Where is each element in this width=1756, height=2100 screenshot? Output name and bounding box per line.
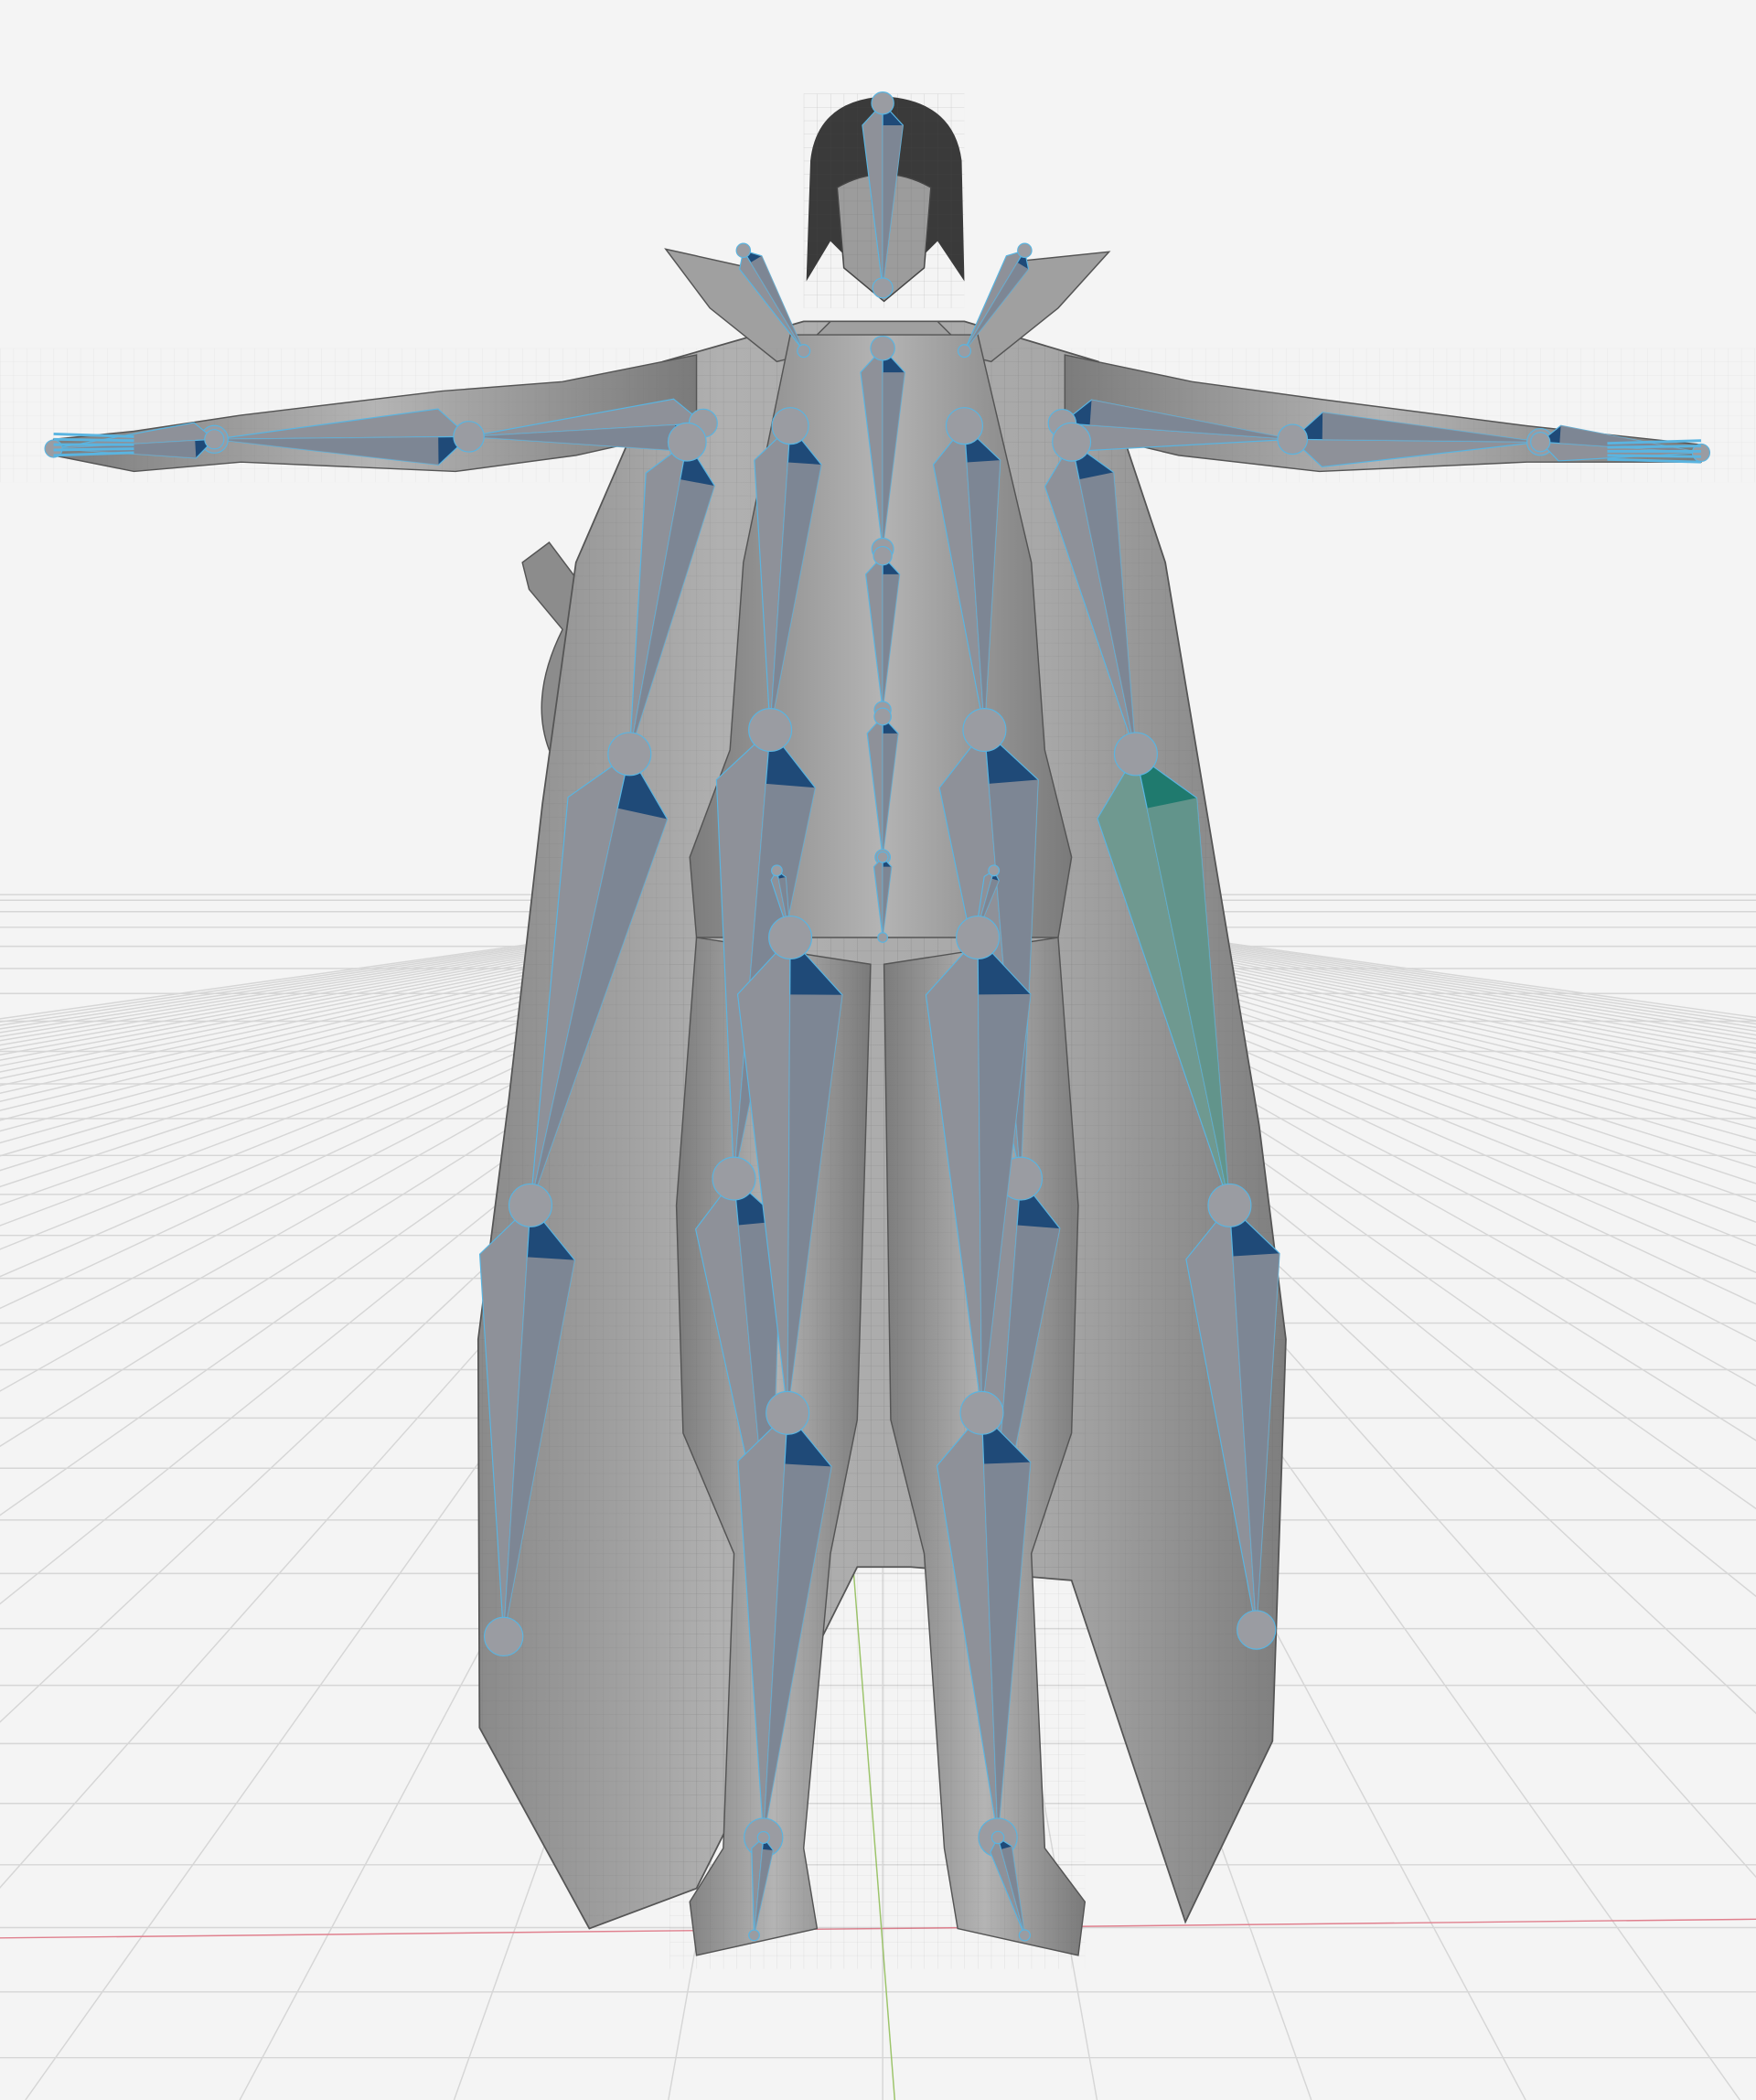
bone-joint[interactable]: [797, 344, 811, 359]
bone-joint[interactable]: [712, 1156, 756, 1201]
finger-bone[interactable]: [1607, 445, 1701, 449]
bone-joint[interactable]: [872, 277, 894, 299]
bone-joint[interactable]: [1277, 423, 1309, 455]
finger-bone[interactable]: [1607, 454, 1701, 458]
bone-joint[interactable]: [1207, 1183, 1252, 1227]
bone-joint[interactable]: [962, 708, 1007, 753]
bone-joint[interactable]: [876, 851, 889, 863]
bone-joint[interactable]: [735, 242, 752, 259]
bone-joint[interactable]: [768, 915, 813, 960]
bone-joint[interactable]: [483, 1616, 524, 1657]
bone-joint[interactable]: [957, 344, 971, 359]
bone-joint[interactable]: [956, 915, 1001, 960]
bone-joint[interactable]: [871, 91, 894, 115]
bone-joint[interactable]: [1052, 422, 1092, 462]
bone-joint[interactable]: [1237, 1610, 1277, 1650]
bone-joint[interactable]: [453, 421, 485, 453]
bone-joint[interactable]: [770, 864, 783, 877]
bone-joint[interactable]: [748, 1929, 760, 1942]
bone-joint[interactable]: [1530, 432, 1551, 453]
bone-joint[interactable]: [870, 335, 895, 361]
bone-joint[interactable]: [873, 707, 892, 726]
bone-joint[interactable]: [607, 732, 652, 777]
bone-joint[interactable]: [771, 407, 809, 445]
bone-joint[interactable]: [1017, 242, 1033, 259]
bone-joint[interactable]: [748, 708, 793, 753]
bone-joint[interactable]: [945, 407, 984, 445]
bone-joint[interactable]: [1113, 732, 1158, 777]
bone-joint[interactable]: [204, 429, 225, 450]
bone-joint[interactable]: [877, 932, 888, 943]
bone-joint[interactable]: [990, 1830, 1005, 1845]
bone-joint[interactable]: [988, 864, 1001, 877]
bone-joint[interactable]: [508, 1183, 552, 1227]
finger-bone[interactable]: [53, 447, 134, 452]
bone-joint[interactable]: [873, 545, 893, 566]
bone-joint[interactable]: [1018, 1929, 1031, 1942]
finger-bone[interactable]: [53, 437, 134, 443]
bone-joint[interactable]: [766, 1390, 810, 1435]
bone-joint[interactable]: [756, 1830, 770, 1845]
bone-joint[interactable]: [667, 422, 707, 462]
bone-joint[interactable]: [959, 1390, 1004, 1435]
3d-viewport[interactable]: [0, 0, 1756, 2100]
